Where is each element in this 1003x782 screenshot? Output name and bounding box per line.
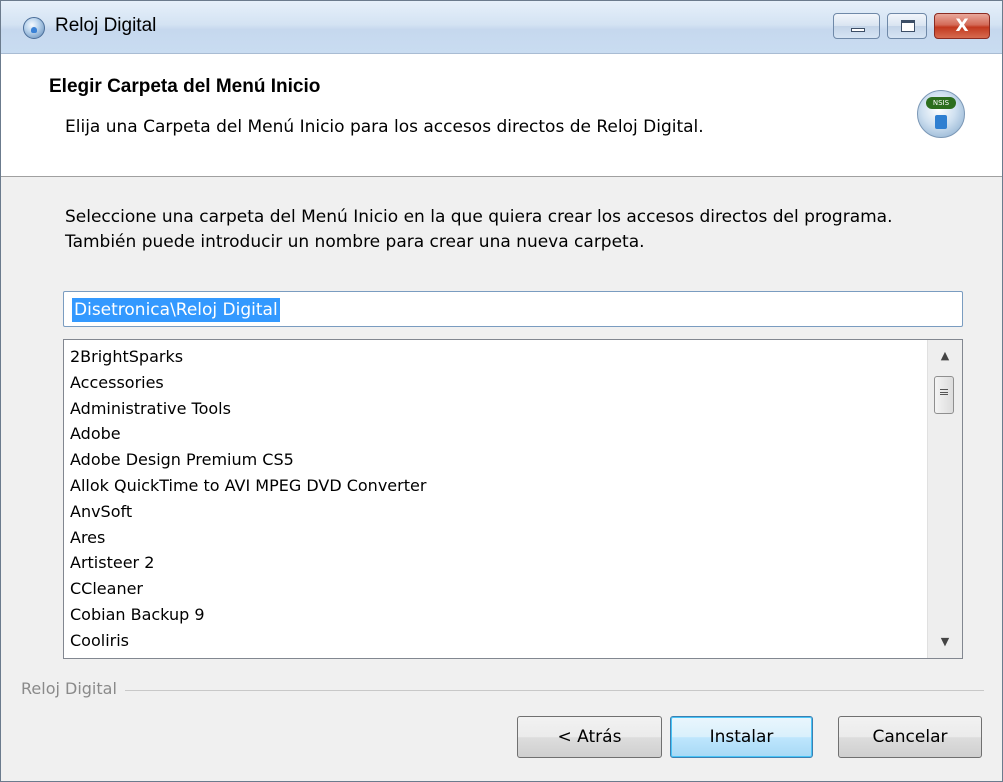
page-title: Elegir Carpeta del Menú Inicio: [49, 76, 321, 97]
start-menu-folder-list[interactable]: 2BrightSparks Accessories Administrative T…: [63, 339, 963, 659]
close-icon: X: [955, 16, 969, 36]
app-icon: [23, 17, 45, 39]
list-item[interactable]: Accessories: [70, 370, 920, 396]
minimize-button[interactable]: [833, 13, 880, 39]
installer-icon: NSIS: [917, 90, 965, 138]
branding-text: Reloj Digital: [21, 679, 125, 698]
list-item[interactable]: Ares: [70, 525, 920, 551]
list-scrollbar[interactable]: ▲ ▼: [927, 340, 962, 658]
close-button[interactable]: X: [934, 13, 990, 39]
installer-badge: NSIS: [926, 97, 956, 109]
list-item[interactable]: Allok QuickTime to AVI MPEG DVD Converte…: [70, 473, 920, 499]
title-bar[interactable]: Reloj Digital X: [1, 1, 1002, 54]
window-title: Reloj Digital: [55, 15, 157, 36]
instructions-text: Seleccione una carpeta del Menú Inicio e…: [65, 207, 893, 252]
list-item[interactable]: Cobian Backup 9: [70, 602, 920, 628]
list-item[interactable]: 2BrightSparks: [70, 344, 920, 370]
list-item[interactable]: CCleaner: [70, 576, 920, 602]
folder-list-items: 2BrightSparks Accessories Administrative T…: [70, 344, 920, 654]
maximize-icon: [901, 20, 915, 32]
scroll-up-icon[interactable]: ▲: [928, 342, 962, 370]
list-item[interactable]: Administrative Tools: [70, 396, 920, 422]
page-subtitle: Elija una Carpeta del Menú Inicio para l…: [65, 117, 704, 137]
list-item[interactable]: Adobe Design Premium CS5: [70, 447, 920, 473]
installer-window: Reloj Digital X Elegir Carpeta del Menú …: [0, 0, 1003, 782]
list-item[interactable]: AnvSoft: [70, 499, 920, 525]
list-item[interactable]: Cooliris: [70, 628, 920, 654]
scroll-thumb[interactable]: [934, 376, 954, 414]
install-button[interactable]: Instalar: [670, 716, 813, 758]
folder-name-value[interactable]: Disetronica\Reloj Digital: [72, 298, 280, 322]
branding-divider: [21, 690, 984, 691]
cancel-button[interactable]: Cancelar: [838, 716, 982, 758]
grip-icon: [940, 389, 948, 395]
folder-name-input[interactable]: Disetronica\Reloj Digital: [63, 291, 963, 327]
minimize-icon: [851, 28, 865, 32]
maximize-button[interactable]: [887, 13, 927, 39]
page-header: Elegir Carpeta del Menú Inicio Elija una…: [1, 54, 1002, 177]
download-arrow-icon: [935, 115, 947, 129]
scroll-down-icon[interactable]: ▼: [928, 628, 962, 656]
list-item[interactable]: Artisteer 2: [70, 550, 920, 576]
back-button[interactable]: < Atrás: [517, 716, 662, 758]
list-item[interactable]: Adobe: [70, 421, 920, 447]
